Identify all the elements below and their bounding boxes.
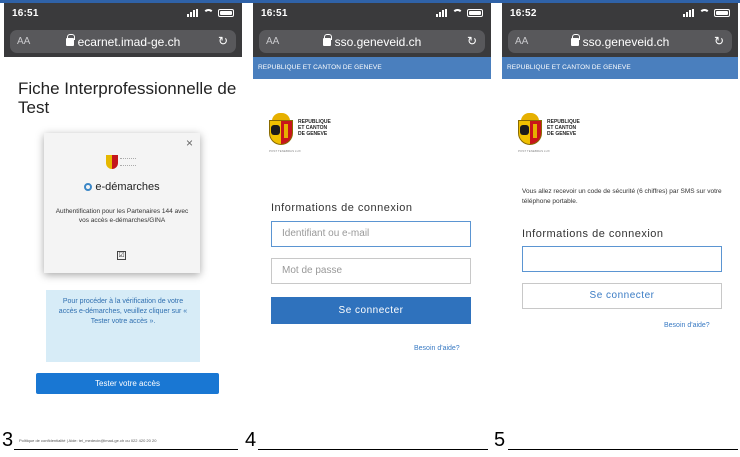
test-access-button[interactable]: Tester votre accès — [36, 373, 219, 394]
signal-icon — [436, 9, 448, 17]
step-number-3: 3 — [2, 429, 14, 451]
phone-screen-5: 16:52 AA sso.geneveid.ch ↻ REPUBLIQUE ET… — [502, 3, 738, 428]
page-title: Fiche Interprofessionnelle de Test — [18, 79, 237, 117]
login-title: Informations de connexion — [522, 228, 664, 240]
crest-label: REPUBLIQUE ET CANTON DE GENEVE — [547, 119, 580, 137]
wifi-icon — [699, 9, 710, 17]
reload-icon[interactable]: ↻ — [714, 34, 724, 48]
phone-screen-4: 16:51 AA sso.geneveid.ch ↻ REPUBLIQUE ET… — [253, 3, 491, 428]
username-field[interactable]: Identifiant ou e-mail — [271, 221, 471, 247]
connect-button[interactable]: Se connecter — [522, 283, 722, 309]
battery-icon — [714, 9, 730, 17]
reload-icon[interactable]: ↻ — [467, 34, 477, 48]
canton-banner: REPUBLIQUE ET CANTON DE GENEVE — [253, 57, 491, 79]
help-link[interactable]: Besoin d'aide? — [664, 322, 710, 329]
close-icon[interactable]: × — [186, 136, 193, 150]
crest-text — [120, 158, 136, 166]
clock: 16:51 — [261, 8, 288, 19]
status-icons — [683, 9, 730, 17]
sms-message: Vous allez recevoir un code de sécurité … — [522, 188, 722, 205]
url-text: sso.geneveid.ch — [334, 35, 422, 49]
checkbox[interactable]: ☑ — [117, 251, 126, 260]
phone-screen-3: 16:51 AA ecarnet.imad-ge.ch ↻ Fiche Inte… — [4, 3, 242, 428]
status-bar: 16:51 — [253, 3, 491, 27]
status-icons — [436, 9, 483, 17]
address-bar[interactable]: AA sso.geneveid.ch ↻ — [259, 30, 485, 53]
status-bar: 16:52 — [502, 3, 738, 27]
lock-icon — [65, 34, 75, 46]
step-number-4: 4 — [245, 429, 257, 451]
url-text: ecarnet.imad-ge.ch — [77, 35, 181, 49]
browser-bar: AA ecarnet.imad-ge.ch ↻ — [4, 27, 242, 57]
crest-motto: POST TENEBRAS LUX — [518, 149, 550, 153]
status-icons — [187, 9, 234, 17]
info-box: Pour procéder à la vérification de votre… — [46, 290, 200, 362]
geneva-crest-icon — [518, 113, 542, 145]
login-title: Informations de connexion — [271, 202, 413, 214]
wifi-icon — [452, 9, 463, 17]
canton-banner: REPUBLIQUE ET CANTON DE GENEVE — [502, 57, 738, 79]
edemarches-brand[interactable]: e-démarches — [44, 181, 200, 193]
url-text: sso.geneveid.ch — [582, 35, 670, 49]
edemarches-logo-icon — [84, 183, 93, 191]
step-rule-5 — [508, 449, 738, 450]
status-bar: 16:51 — [4, 3, 242, 27]
help-link[interactable]: Besoin d'aide? — [414, 345, 460, 352]
address-bar[interactable]: AA sso.geneveid.ch ↻ — [508, 30, 732, 53]
sms-code-field[interactable] — [522, 246, 722, 272]
step-rule-4 — [258, 449, 488, 450]
clock: 16:51 — [12, 8, 39, 19]
signal-icon — [187, 9, 199, 17]
signal-icon — [683, 9, 695, 17]
password-field[interactable]: Mot de passe — [271, 258, 471, 284]
battery-icon — [467, 9, 483, 17]
geneva-crest-icon — [106, 155, 118, 169]
login-modal: × e-démarches Authentification pour les … — [44, 133, 200, 273]
crest-label: REPUBLIQUE ET CANTON DE GENEVE — [298, 119, 331, 137]
lock-icon — [322, 34, 332, 46]
reload-icon[interactable]: ↻ — [218, 34, 228, 48]
clock: 16:52 — [510, 8, 537, 19]
battery-icon — [218, 9, 234, 17]
connect-button[interactable]: Se connecter — [271, 297, 471, 324]
geneva-crest-icon — [269, 113, 293, 145]
browser-bar: AA sso.geneveid.ch ↻ — [253, 27, 491, 57]
address-bar[interactable]: AA ecarnet.imad-ge.ch ↻ — [10, 30, 236, 53]
footer-text: Politique de confidentialité | Aide: tel… — [19, 438, 157, 443]
step-rule-3 — [14, 449, 238, 450]
step-number-5: 5 — [494, 429, 506, 451]
browser-bar: AA sso.geneveid.ch ↻ — [502, 27, 738, 57]
wifi-icon — [203, 9, 214, 17]
lock-icon — [570, 34, 580, 46]
crest-motto: POST TENEBRAS LUX — [269, 149, 301, 153]
auth-description: Authentification pour les Partenaires 14… — [55, 208, 189, 224]
